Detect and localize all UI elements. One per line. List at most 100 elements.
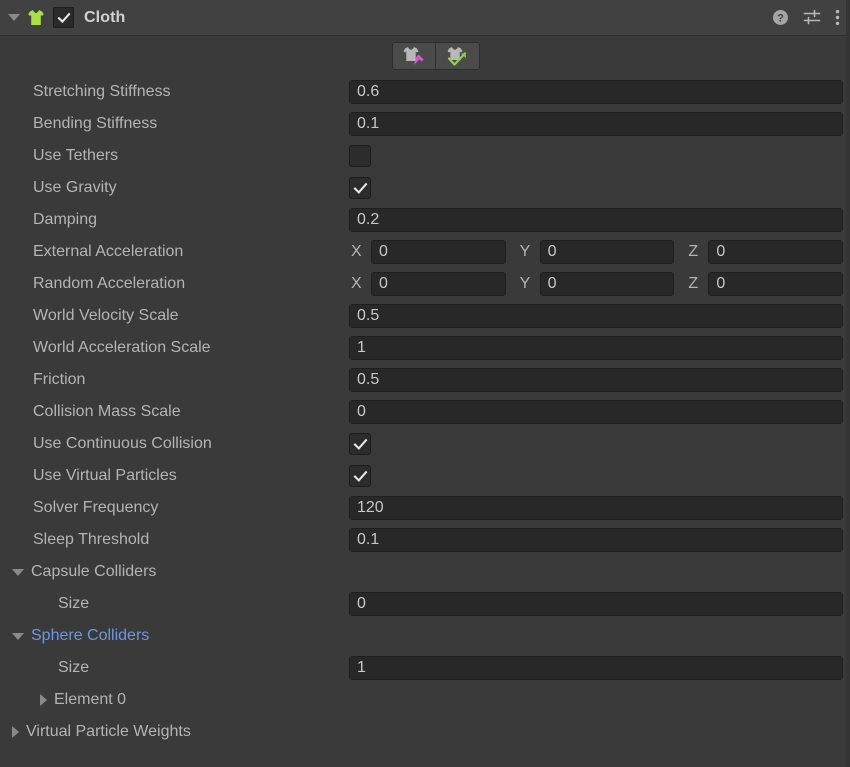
panel-right-edge	[846, 0, 850, 767]
shirt-check-icon	[445, 45, 471, 67]
property-row: Size1	[0, 652, 850, 684]
axis-label-x: X	[349, 275, 371, 293]
vector3-random-acceleration: X0Y0Z0	[349, 272, 843, 296]
foldout-triangle-icon[interactable]	[40, 694, 47, 706]
checkmark-icon	[353, 181, 368, 196]
property-row: Damping0.2	[0, 204, 850, 236]
property-row: Bending Stiffness0.1	[0, 108, 850, 140]
property-row: Capsule Colliders	[0, 556, 850, 588]
foldout-triangle-icon[interactable]	[12, 569, 24, 576]
property-row: Use Virtual Particles	[0, 460, 850, 492]
property-label: Virtual Particle Weights	[26, 723, 191, 741]
cloth-inspector-panel: Cloth ?	[0, 0, 850, 767]
property-label-collision-mass-scale: Collision Mass Scale	[0, 403, 349, 421]
property-label-sleep-threshold: Sleep Threshold	[0, 531, 349, 549]
property-row: Use Tethers	[0, 140, 850, 172]
property-label-friction: Friction	[0, 371, 349, 389]
property-label: Capsule Colliders	[31, 563, 156, 581]
field-random-acceleration-x[interactable]: 0	[371, 272, 506, 296]
field-world-velocity-scale[interactable]: 0.5	[349, 304, 843, 328]
axis-label-z: Z	[686, 243, 708, 261]
field-external-acceleration-y[interactable]: 0	[540, 240, 675, 264]
property-label-solver-frequency: Solver Frequency	[0, 499, 349, 517]
cloth-shirt-icon	[26, 8, 46, 28]
checkbox-use-continuous-collision[interactable]	[349, 433, 371, 455]
field-collision-mass-scale[interactable]: 0	[349, 400, 843, 424]
property-row: Size0	[0, 588, 850, 620]
axis-label-y: Y	[518, 275, 540, 293]
property-label-bending-stiffness: Bending Stiffness	[0, 115, 349, 133]
field-sleep-threshold[interactable]: 0.1	[349, 528, 843, 552]
axis-label-y: Y	[518, 243, 540, 261]
field-friction[interactable]: 0.5	[349, 368, 843, 392]
field-damping[interactable]: 0.2	[349, 208, 843, 232]
property-row: Solver Frequency120	[0, 492, 850, 524]
axis-label-x: X	[349, 243, 371, 261]
property-label: Sphere Colliders	[31, 627, 149, 645]
checkbox-use-virtual-particles[interactable]	[349, 465, 371, 487]
kebab-menu-icon[interactable]	[835, 9, 840, 26]
property-label-world-velocity-scale: World Velocity Scale	[0, 307, 349, 325]
property-row: World Acceleration Scale1	[0, 332, 850, 364]
property-row: Random AccelerationX0Y0Z0	[0, 268, 850, 300]
property-row: External AccelerationX0Y0Z0	[0, 236, 850, 268]
property-row: Use Continuous Collision	[0, 428, 850, 460]
checkbox-use-gravity[interactable]	[349, 177, 371, 199]
component-header[interactable]: Cloth ?	[0, 0, 850, 36]
foldout-triangle-icon[interactable]	[12, 726, 19, 738]
svg-text:?: ?	[777, 13, 784, 25]
vector3-external-acceleration: X0Y0Z0	[349, 240, 843, 264]
property-label-use-virtual-particles: Use Virtual Particles	[0, 467, 349, 485]
tool-button-group	[392, 42, 480, 70]
property-row: Virtual Particle Weights	[0, 716, 850, 748]
property-row: Collision Mass Scale0	[0, 396, 850, 428]
field-random-acceleration-y[interactable]: 0	[540, 272, 675, 296]
property-label-size: Size	[0, 595, 349, 613]
property-label: Element 0	[54, 691, 126, 709]
property-rows: Stretching Stiffness0.6Bending Stiffness…	[0, 76, 850, 748]
property-row: Element 0	[0, 684, 850, 716]
field-external-acceleration-z[interactable]: 0	[708, 240, 843, 264]
property-row: Sleep Threshold0.1	[0, 524, 850, 556]
field-bending-stiffness[interactable]: 0.1	[349, 112, 843, 136]
property-row: Sphere Colliders	[0, 620, 850, 652]
field-stretching-stiffness[interactable]: 0.6	[349, 80, 843, 104]
edit-constraints-button[interactable]	[392, 42, 436, 70]
property-row: Use Gravity	[0, 172, 850, 204]
field-random-acceleration-z[interactable]: 0	[708, 272, 843, 296]
edit-self-collision-button[interactable]	[436, 42, 480, 70]
property-row: Friction0.5	[0, 364, 850, 396]
property-label-world-acceleration-scale: World Acceleration Scale	[0, 339, 349, 357]
field-world-acceleration-scale[interactable]: 1	[349, 336, 843, 360]
help-icon[interactable]: ?	[772, 9, 789, 26]
property-label-use-gravity: Use Gravity	[0, 179, 349, 197]
property-label-external-acceleration: External Acceleration	[0, 243, 349, 261]
field-solver-frequency[interactable]: 120	[349, 496, 843, 520]
header-actions: ?	[772, 9, 840, 26]
property-label-stretching-stiffness: Stretching Stiffness	[0, 83, 349, 101]
foldout-sphere-colliders[interactable]: Sphere Colliders	[0, 627, 349, 645]
component-foldout-triangle-icon[interactable]	[8, 14, 20, 21]
property-label-damping: Damping	[0, 211, 349, 229]
axis-label-z: Z	[686, 275, 708, 293]
foldout-triangle-icon[interactable]	[12, 633, 24, 640]
cloth-edit-toolbar	[0, 36, 850, 76]
field-size[interactable]: 0	[349, 592, 843, 616]
checkmark-icon	[353, 437, 368, 452]
checkmark-icon	[353, 469, 368, 484]
component-title: Cloth	[84, 9, 125, 27]
property-label-size: Size	[0, 659, 349, 677]
component-enabled-checkbox[interactable]	[53, 7, 74, 28]
property-label-use-tethers: Use Tethers	[0, 147, 349, 165]
property-label-use-continuous-collision: Use Continuous Collision	[0, 435, 349, 453]
checkbox-use-tethers[interactable]	[349, 145, 371, 167]
property-row: Stretching Stiffness0.6	[0, 76, 850, 108]
foldout-element-0[interactable]: Element 0	[0, 691, 349, 709]
field-size[interactable]: 1	[349, 656, 843, 680]
checkmark-icon	[57, 11, 71, 25]
foldout-virtual-particle-weights[interactable]: Virtual Particle Weights	[0, 723, 349, 741]
property-label-random-acceleration: Random Acceleration	[0, 275, 349, 293]
foldout-capsule-colliders[interactable]: Capsule Colliders	[0, 563, 349, 581]
preset-sliders-icon[interactable]	[803, 9, 821, 26]
field-external-acceleration-x[interactable]: 0	[371, 240, 506, 264]
